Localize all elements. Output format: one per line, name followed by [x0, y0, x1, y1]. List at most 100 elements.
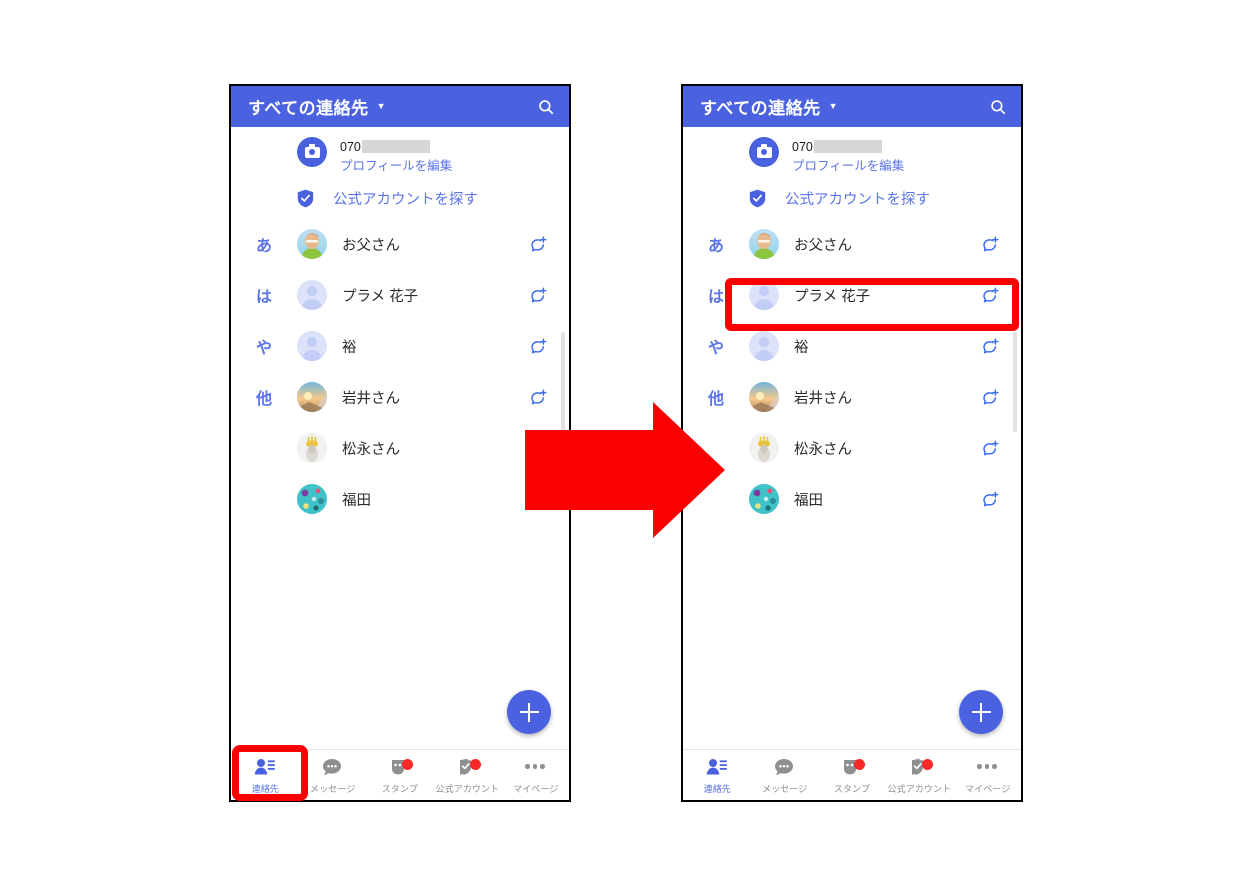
contact-row[interactable]: 福田: [231, 474, 569, 525]
avatar: [297, 382, 327, 413]
contact-name: 松永さん: [342, 441, 400, 458]
contact-row[interactable]: や裕: [683, 321, 1021, 372]
shield-check-icon: [749, 189, 766, 208]
contact-row[interactable]: 松永さん: [231, 423, 569, 474]
chevron-down-icon[interactable]: ▼: [377, 102, 386, 111]
official-check-icon: [910, 756, 933, 778]
contact-row[interactable]: は プラメ 花子: [231, 270, 569, 321]
nav-tab-2[interactable]: スタンプ: [818, 750, 886, 800]
nav-tab-4[interactable]: マイページ: [953, 750, 1021, 800]
add-contact-fab[interactable]: [959, 690, 1003, 734]
more-dots-icon: [977, 756, 997, 778]
edit-profile-link[interactable]: プロフィールを編集: [340, 159, 452, 175]
nav-tab-1[interactable]: メッセージ: [299, 750, 367, 800]
find-official-account-label: 公式アカウントを探す: [785, 192, 930, 209]
avatar: [297, 229, 327, 260]
nav-tab-label: スタンプ: [381, 783, 419, 795]
contact-row[interactable]: 他岩井さん: [683, 372, 1021, 423]
avatar: [297, 280, 327, 311]
nav-tab-0[interactable]: 連絡先: [683, 750, 751, 800]
notification-badge: [469, 758, 481, 770]
nav-tab-3[interactable]: 公式アカウント: [434, 750, 502, 800]
profile-phone-number: 070: [792, 140, 813, 154]
kana-index-label: や: [707, 340, 724, 358]
avatar: [749, 280, 779, 311]
official-check-icon: [458, 756, 481, 778]
contact-list: あお父さんはプラメ 花子や裕他岩井さん 松永さん 福田: [683, 219, 1021, 525]
add-friend-icon[interactable]: [981, 490, 1021, 509]
search-icon[interactable]: [537, 98, 555, 116]
page-title: すべての連絡先: [248, 99, 369, 118]
avatar: [749, 382, 779, 413]
add-contact-fab[interactable]: [507, 690, 551, 734]
add-friend-icon[interactable]: [529, 286, 569, 305]
page-title: すべての連絡先: [700, 99, 821, 118]
nav-tab-label: メッセージ: [761, 783, 808, 795]
contact-list: あお父さんは プラメ 花子や裕他岩井さん松永さん福田: [231, 219, 569, 525]
add-friend-icon[interactable]: [981, 235, 1021, 254]
contact-name: 岩井さん: [342, 390, 400, 407]
add-friend-icon[interactable]: [981, 286, 1021, 305]
contact-row[interactable]: あ お父さん: [683, 219, 1021, 270]
add-friend-icon[interactable]: [529, 235, 569, 254]
notification-badge: [401, 758, 413, 770]
right-arrow-icon: [525, 402, 725, 538]
contact-name: 福田: [794, 492, 823, 509]
kana-index-label: は: [707, 289, 724, 307]
nav-tab-2[interactable]: スタンプ: [366, 750, 434, 800]
bottom-navigation: 連絡先 メッセージ スタンプ 公式アカウント マイページ: [683, 749, 1021, 800]
app-header: すべての連絡先 ▼: [231, 86, 569, 127]
contact-name: 松永さん: [794, 441, 852, 458]
phone-screen-before: すべての連絡先 ▼ 070 プロフィールを編集 公式アカウントを探す あ お父さん…: [229, 84, 571, 802]
find-official-account-row[interactable]: 公式アカウントを探す: [683, 179, 1021, 219]
contact-row[interactable]: 松永さん: [683, 423, 1021, 474]
nav-tab-1[interactable]: メッセージ: [751, 750, 819, 800]
profile-row[interactable]: 070 プロフィールを編集: [231, 127, 569, 179]
profile-row[interactable]: 070 プロフィールを編集: [683, 127, 1021, 179]
chat-bubble-icon: [322, 756, 342, 778]
avatar: [749, 331, 779, 362]
avatar: [297, 484, 327, 515]
redacted-phone-mask: [813, 140, 882, 153]
search-icon[interactable]: [989, 98, 1007, 116]
edit-profile-link[interactable]: プロフィールを編集: [792, 159, 904, 175]
contact-row[interactable]: 他岩井さん: [231, 372, 569, 423]
contacts-icon: [706, 756, 728, 778]
redacted-phone-mask: [361, 140, 430, 153]
contact-name: プラメ 花子: [342, 288, 419, 305]
notification-badge: [853, 758, 865, 770]
camera-icon[interactable]: [297, 137, 327, 167]
find-official-account-row[interactable]: 公式アカウントを探す: [231, 179, 569, 219]
avatar: [297, 433, 327, 464]
contact-name: お父さん: [794, 237, 852, 254]
chevron-down-icon[interactable]: ▼: [829, 102, 838, 111]
nav-tab-3[interactable]: 公式アカウント: [886, 750, 954, 800]
contacts-icon: [254, 756, 276, 778]
chat-bubble-icon: [774, 756, 794, 778]
kana-index-label: は: [255, 289, 272, 307]
add-friend-icon[interactable]: [981, 439, 1021, 458]
more-dots-icon: [525, 756, 545, 778]
app-header: すべての連絡先 ▼: [683, 86, 1021, 127]
nav-tab-label: スタンプ: [833, 783, 871, 795]
camera-icon[interactable]: [749, 137, 779, 167]
nav-tab-label: 公式アカウント: [435, 783, 500, 795]
nav-tab-0[interactable]: 連絡先: [231, 750, 299, 800]
kana-index-label: や: [255, 340, 272, 358]
contact-name: 裕: [794, 339, 809, 356]
nav-tab-label: 連絡先: [703, 783, 731, 795]
nav-tab-label: マイページ: [512, 783, 558, 795]
contact-row[interactable]: あ お父さん: [231, 219, 569, 270]
contact-name: プラメ 花子: [794, 288, 871, 305]
profile-phone-number: 070: [340, 140, 361, 154]
find-official-account-label: 公式アカウントを探す: [333, 192, 478, 209]
contact-row[interactable]: や裕: [231, 321, 569, 372]
contact-row[interactable]: は プラメ 花子: [683, 270, 1021, 321]
nav-tab-label: 公式アカウント: [887, 783, 952, 795]
nav-tab-label: 連絡先: [251, 783, 279, 795]
scrollbar-thumb[interactable]: [1013, 332, 1017, 432]
contact-row[interactable]: 福田: [683, 474, 1021, 525]
avatar: [749, 229, 779, 260]
avatar: [297, 331, 327, 362]
nav-tab-4[interactable]: マイページ: [501, 750, 569, 800]
